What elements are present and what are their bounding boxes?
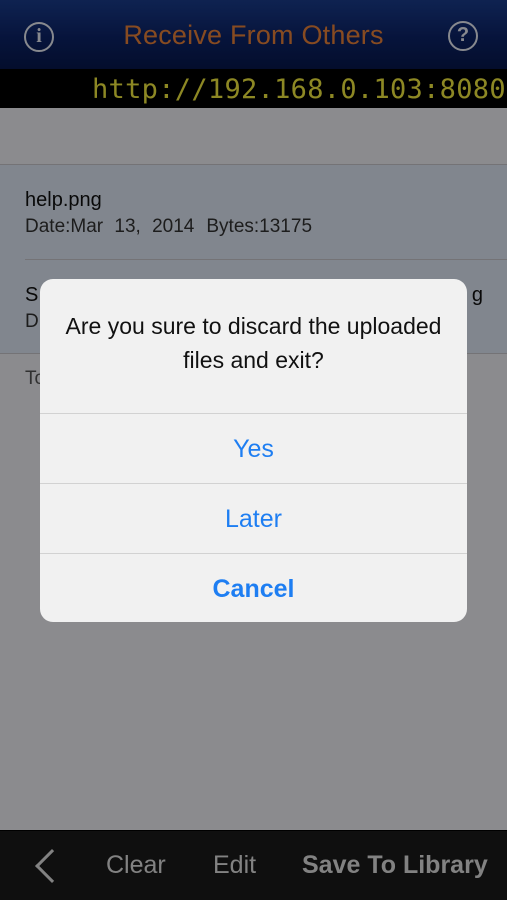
alert-dialog: Are you sure to discard the uploaded fil…	[40, 279, 467, 622]
later-button[interactable]: Later	[40, 483, 467, 553]
cancel-button[interactable]: Cancel	[40, 553, 467, 622]
alert-message: Are you sure to discard the uploaded fil…	[65, 313, 442, 373]
yes-button[interactable]: Yes	[40, 413, 467, 483]
